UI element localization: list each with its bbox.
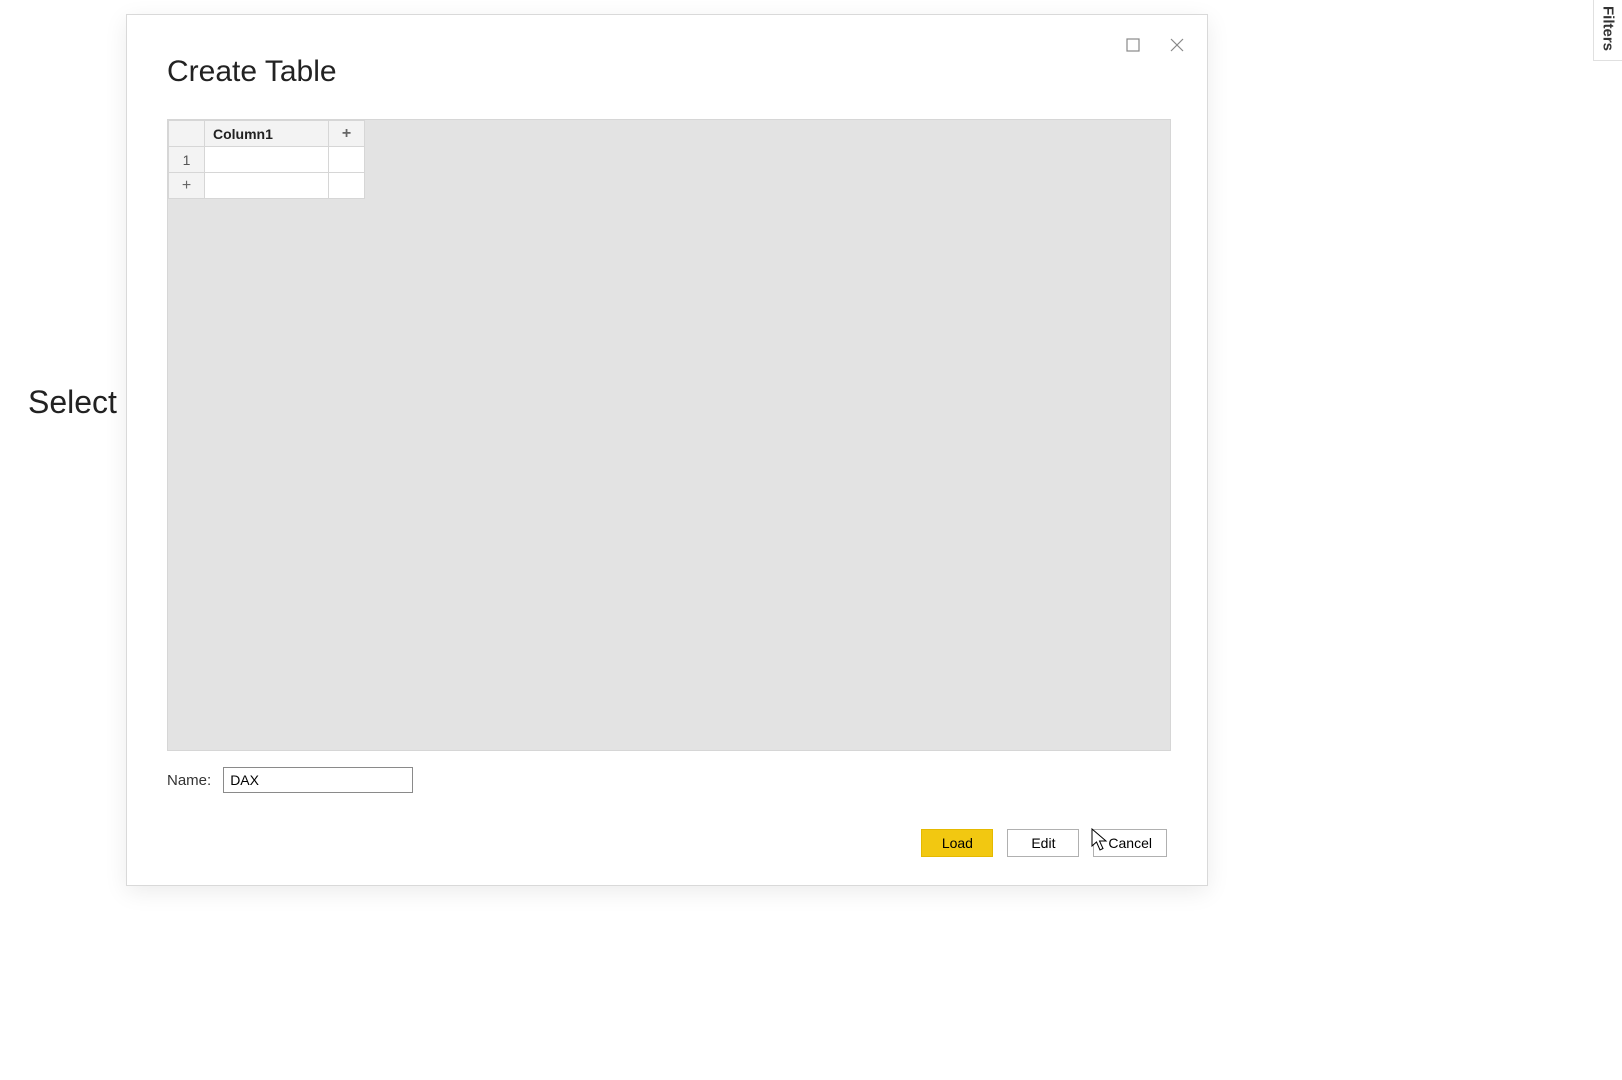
create-table-dialog: Create Table Column1 + 1 + Name: Load — [126, 14, 1208, 886]
maximize-button[interactable] — [1123, 37, 1143, 57]
grid-cell-empty — [205, 173, 329, 199]
add-column-button[interactable]: + — [329, 121, 365, 147]
grid-cell-empty — [329, 173, 365, 199]
table-grid[interactable]: Column1 + 1 + — [168, 120, 365, 199]
add-row-button[interactable]: + — [169, 173, 205, 199]
name-input[interactable] — [223, 767, 413, 793]
cancel-button[interactable]: Cancel — [1093, 829, 1167, 857]
filters-panel-tab[interactable]: Filters — [1593, 0, 1622, 61]
table-grid-area[interactable]: Column1 + 1 + — [167, 119, 1171, 751]
close-button[interactable] — [1167, 37, 1187, 57]
load-button[interactable]: Load — [921, 829, 993, 857]
filters-panel-label: Filters — [1600, 0, 1617, 51]
maximize-icon — [1125, 37, 1141, 58]
grid-cell[interactable] — [205, 147, 329, 173]
dialog-title: Create Table — [167, 55, 337, 89]
name-label: Name: — [167, 772, 211, 789]
column-header[interactable]: Column1 — [205, 121, 329, 147]
edit-button[interactable]: Edit — [1007, 829, 1079, 857]
row-header[interactable]: 1 — [169, 147, 205, 173]
close-icon — [1169, 37, 1185, 58]
grid-cell-empty — [329, 147, 365, 173]
grid-corner-cell[interactable] — [169, 121, 205, 147]
